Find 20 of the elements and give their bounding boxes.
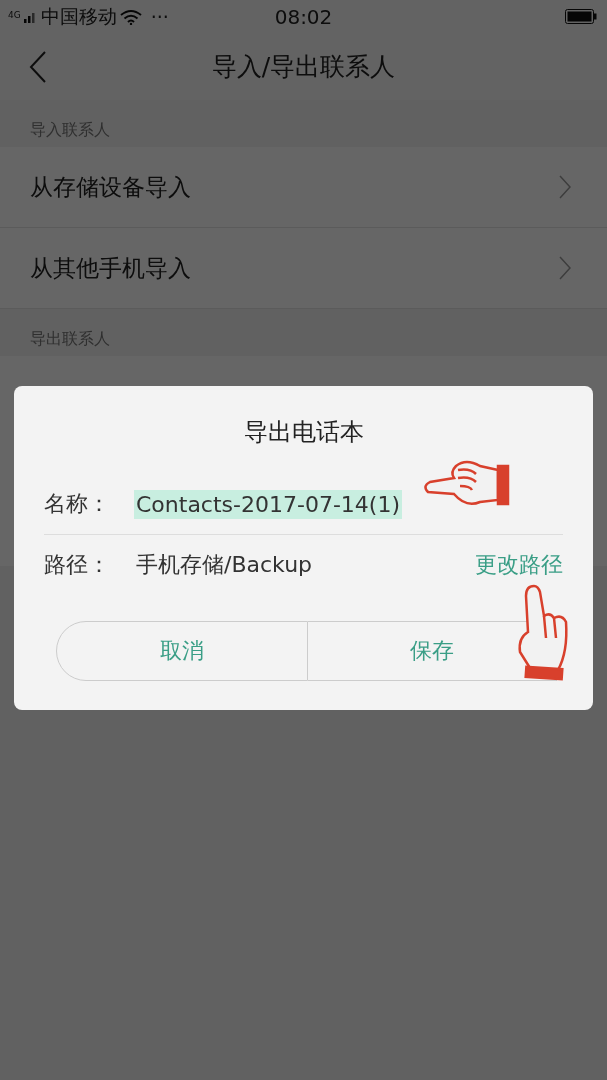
wifi-icon: [119, 8, 142, 25]
field-value[interactable]: 手机存储/Backup: [134, 548, 315, 582]
dialog-title: 导出电话本: [242, 417, 365, 448]
network-type: 4G: [8, 9, 21, 20]
field-label: 名称：: [44, 490, 111, 518]
back-icon[interactable]: [28, 49, 48, 84]
field-value[interactable]: Contacts-2017-07-14(1): [134, 489, 402, 519]
signal-icon: [23, 10, 38, 23]
list-item[interactable]: 从存储设备导入: [0, 147, 607, 228]
battery-icon: [565, 9, 597, 24]
clock-time: 08:02: [274, 4, 333, 29]
list-item[interactable]: 从其他手机导入: [0, 228, 607, 309]
chevron-right-icon: [559, 256, 571, 280]
chevron-right-icon: [559, 175, 571, 199]
change-path-link[interactable]: 更改路径: [475, 550, 563, 580]
more-indicator: ···: [150, 5, 169, 28]
carrier-name: 中国移动: [40, 3, 117, 29]
page-title: 导入/导出联系人: [211, 51, 396, 83]
field-label: 路径：: [44, 551, 111, 579]
cancel-button[interactable]: 取消: [56, 621, 308, 681]
